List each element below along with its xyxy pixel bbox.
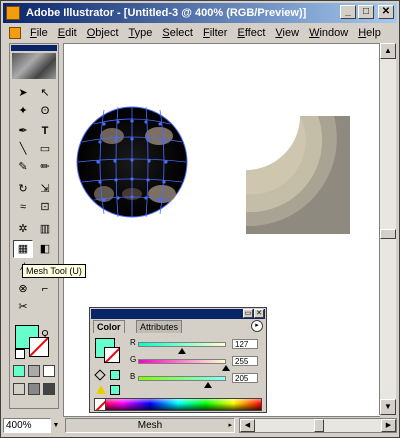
menu-window[interactable]: Window bbox=[304, 27, 353, 39]
gradient-tool-icon[interactable]: ◧ bbox=[35, 240, 55, 258]
tool-tooltip: Mesh Tool (U) bbox=[22, 264, 86, 278]
channel-b-thumb[interactable] bbox=[204, 382, 213, 388]
channel-r-slider[interactable] bbox=[138, 342, 226, 347]
channel-b-value[interactable]: 205 bbox=[232, 373, 258, 383]
menu-type[interactable]: Type bbox=[124, 27, 158, 39]
blend-tool-icon[interactable]: ⊗ bbox=[13, 280, 33, 298]
channel-r-value[interactable]: 127 bbox=[232, 339, 258, 349]
default-colors-icon[interactable] bbox=[15, 349, 25, 359]
rotate-tool-icon[interactable]: ↻ bbox=[13, 180, 33, 198]
pencil-tool-icon[interactable]: ✏ bbox=[35, 158, 55, 176]
scroll-thumb[interactable] bbox=[380, 229, 396, 239]
color-spectrum-bar[interactable] bbox=[94, 398, 262, 411]
out-of-gamut-warning-icon[interactable] bbox=[96, 385, 106, 394]
document-menu-icon[interactable] bbox=[9, 27, 21, 39]
none-mode-button[interactable] bbox=[43, 365, 55, 377]
scroll-up-icon[interactable]: ▲ bbox=[380, 43, 396, 59]
channel-g-value[interactable]: 255 bbox=[232, 356, 258, 366]
scroll-right-icon[interactable]: ▶ bbox=[381, 418, 396, 432]
full-screen-menu-mode-button[interactable] bbox=[28, 383, 40, 395]
web-safe-swatch[interactable] bbox=[110, 370, 120, 380]
stroke-swatch[interactable] bbox=[29, 337, 49, 357]
color-palette: ▭ ✕ Color Attributes ▸ R 127 G 255 B 205 bbox=[89, 307, 267, 413]
scale-tool-icon[interactable]: ⇲ bbox=[35, 180, 55, 198]
zoom-dropdown-icon[interactable]: ▼ bbox=[51, 418, 61, 433]
selection-tool-icon[interactable]: ➤ bbox=[13, 84, 33, 102]
pen-tool-icon[interactable]: ✒ bbox=[13, 122, 33, 140]
web-safe-cube-icon[interactable] bbox=[94, 369, 106, 381]
corner-gradient-shape[interactable] bbox=[246, 116, 350, 234]
window-title: Adobe Illustrator - [Untitled-3 @ 400% (… bbox=[26, 7, 307, 19]
illustrator-app-icon[interactable] bbox=[6, 6, 20, 20]
palette-minimize-button[interactable]: ▭ bbox=[243, 309, 253, 318]
vertical-scrollbar[interactable]: ▲ ▼ bbox=[379, 43, 396, 415]
hscroll-thumb[interactable] bbox=[314, 418, 324, 432]
palette-menu-icon[interactable]: ▸ bbox=[251, 320, 263, 332]
channel-g-slider[interactable] bbox=[138, 359, 226, 364]
gradient-mode-button[interactable] bbox=[28, 365, 40, 377]
menu-file[interactable]: File bbox=[25, 27, 53, 39]
menu-filter[interactable]: Filter bbox=[198, 27, 232, 39]
graph-tool-icon[interactable]: ▥ bbox=[35, 220, 55, 238]
palette-title-bar[interactable] bbox=[91, 309, 265, 319]
gamut-swatch[interactable] bbox=[110, 385, 120, 395]
palette-stroke-swatch[interactable] bbox=[104, 347, 120, 363]
direct-selection-tool-icon[interactable]: ↖ bbox=[35, 84, 55, 102]
lasso-tool-icon[interactable]: ʘ bbox=[35, 102, 55, 120]
close-button[interactable]: ✕ bbox=[378, 5, 394, 19]
tab-color[interactable]: Color bbox=[93, 320, 125, 333]
type-tool-icon[interactable]: T bbox=[35, 122, 55, 140]
channel-g-thumb[interactable] bbox=[222, 365, 230, 371]
status-field[interactable]: Mesh ▸ bbox=[65, 417, 235, 433]
channel-b-slider[interactable] bbox=[138, 376, 226, 381]
menu-bar: File Edit Object Type Select Filter Effe… bbox=[3, 24, 397, 42]
color-mode-button[interactable] bbox=[13, 365, 25, 377]
horizontal-scrollbar[interactable]: ◀ ▶ bbox=[239, 417, 397, 433]
none-color-icon[interactable] bbox=[94, 398, 106, 411]
menu-select[interactable]: Select bbox=[157, 27, 198, 39]
free-transform-tool-icon[interactable]: ⊡ bbox=[35, 198, 55, 216]
magic-wand-tool-icon[interactable]: ✦ bbox=[13, 102, 33, 120]
tab-attributes[interactable]: Attributes bbox=[136, 320, 183, 333]
scroll-down-icon[interactable]: ▼ bbox=[380, 399, 396, 415]
rectangle-tool-icon[interactable]: ▭ bbox=[35, 140, 55, 158]
channel-g-label: G bbox=[130, 355, 137, 364]
standard-screen-mode-button[interactable] bbox=[13, 383, 25, 395]
channel-r-label: R bbox=[130, 338, 136, 347]
palette-close-button[interactable]: ✕ bbox=[254, 309, 264, 318]
menu-help[interactable]: Help bbox=[353, 27, 386, 39]
status-text: Mesh bbox=[137, 419, 163, 431]
status-dropdown-icon[interactable]: ▸ bbox=[228, 419, 232, 433]
scroll-left-icon[interactable]: ◀ bbox=[240, 418, 255, 432]
channel-r-thumb[interactable] bbox=[178, 348, 186, 354]
paintbrush-tool-icon[interactable]: ✎ bbox=[13, 158, 33, 176]
minimize-button[interactable]: _ bbox=[340, 5, 356, 19]
full-screen-mode-button[interactable] bbox=[43, 383, 55, 395]
maximize-button[interactable]: □ bbox=[358, 5, 374, 19]
adobe-banner-image[interactable] bbox=[12, 53, 56, 79]
warp-tool-icon[interactable]: ≈ bbox=[13, 198, 33, 216]
mesh-sphere[interactable] bbox=[76, 106, 188, 218]
menu-object[interactable]: Object bbox=[82, 27, 124, 39]
menu-edit[interactable]: Edit bbox=[53, 27, 82, 39]
toolbox-title-bar[interactable] bbox=[11, 45, 57, 51]
symbol-sprayer-tool-icon[interactable]: ✲ bbox=[13, 220, 33, 238]
status-bar: 400% ▼ Mesh ▸ ◀ ▶ bbox=[3, 415, 397, 435]
illustrator-window: Adobe Illustrator - [Untitled-3 @ 400% (… bbox=[0, 0, 400, 438]
menu-effect[interactable]: Effect bbox=[232, 27, 270, 39]
channel-b-label: B bbox=[130, 372, 136, 381]
line-tool-icon[interactable]: ╲ bbox=[13, 140, 33, 158]
slice-tool-icon[interactable]: ⌐ bbox=[35, 280, 55, 298]
menu-view[interactable]: View bbox=[270, 27, 304, 39]
title-bar: Adobe Illustrator - [Untitled-3 @ 400% (… bbox=[3, 3, 397, 23]
zoom-level-field[interactable]: 400% bbox=[3, 417, 51, 433]
scissors-tool-icon[interactable]: ✂ bbox=[13, 298, 33, 316]
mesh-tool-icon[interactable]: ▦ bbox=[13, 240, 33, 258]
